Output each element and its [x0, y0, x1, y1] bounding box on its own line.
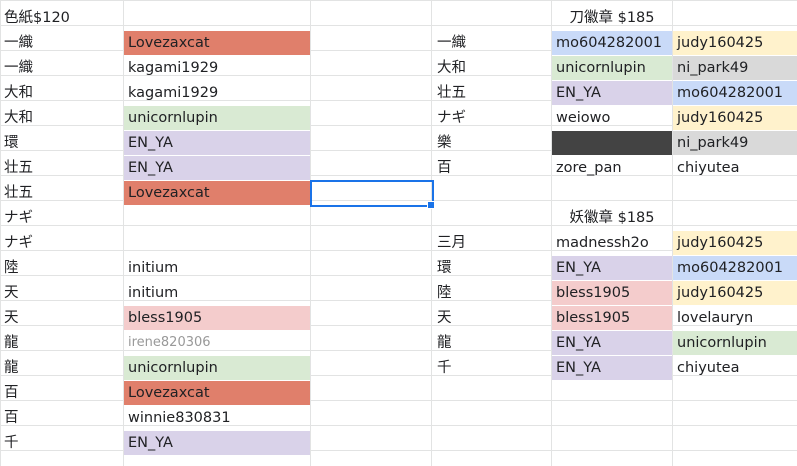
username-cell[interactable]: unicornlupin	[124, 106, 310, 130]
username-cell[interactable]: EN_YA	[552, 256, 672, 280]
username-cell[interactable]: judy160425	[673, 106, 797, 130]
username-cell[interactable]: madnessh2o	[552, 231, 672, 255]
username-cell[interactable]: EN_YA	[552, 356, 672, 380]
username-cell[interactable]: bless1905	[552, 306, 672, 330]
username-cell[interactable]: ni_park49	[673, 56, 797, 80]
member-name-cell[interactable]: 壮五	[433, 81, 551, 105]
demon-badge-title[interactable]: 妖徽章 $185	[552, 206, 672, 230]
username-cell[interactable]: weiowo	[552, 106, 672, 130]
member-name-cell[interactable]: 陸	[433, 281, 551, 305]
username-cell[interactable]: EN_YA	[124, 131, 310, 155]
member-name-cell[interactable]: 龍	[0, 356, 123, 380]
spreadsheet-grid[interactable]: 色紙$120 一織 Lovezaxcat 一織 kagami1929 大和 kagami1…	[0, 0, 797, 466]
username-cell[interactable]: mo604282001	[552, 31, 672, 55]
username-cell[interactable]: Lovezaxcat	[124, 381, 310, 405]
username-cell[interactable]: mo604282001	[673, 81, 797, 105]
member-name-cell[interactable]: 大和	[433, 56, 551, 80]
username-cell[interactable]: zore_pan	[552, 156, 672, 180]
username-cell[interactable]: chiyutea	[673, 356, 797, 380]
username-cell[interactable]: bless1905	[124, 306, 310, 330]
member-name-cell[interactable]: 大和	[0, 81, 123, 105]
username-cell[interactable]: lovelauryn	[673, 306, 797, 330]
username-cell[interactable]: unicornlupin	[552, 56, 672, 80]
member-name-cell[interactable]: 千	[433, 356, 551, 380]
username-cell[interactable]: EN_YA	[552, 331, 672, 355]
username-cell[interactable]: initium	[124, 281, 310, 305]
username-cell[interactable]: Lovezaxcat	[124, 181, 310, 205]
fill-handle[interactable]	[427, 201, 435, 209]
selected-cell[interactable]	[310, 180, 434, 207]
member-name-cell[interactable]: 龍	[0, 331, 123, 355]
member-name-cell[interactable]: 大和	[0, 106, 123, 130]
username-cell[interactable]: winnie830831	[124, 406, 310, 430]
username-cell[interactable]: chiyutea	[673, 156, 797, 180]
member-name-cell[interactable]: 千	[0, 431, 123, 455]
member-name-cell[interactable]: 百	[433, 156, 551, 180]
member-name-cell[interactable]: 壮五	[0, 156, 123, 180]
username-cell[interactable]	[124, 206, 310, 230]
username-cell[interactable]: ni_park49	[673, 131, 797, 155]
member-name-cell[interactable]: 龍	[433, 331, 551, 355]
member-name-cell[interactable]: 環	[433, 256, 551, 280]
member-name-cell[interactable]: ナギ	[0, 231, 123, 255]
member-name-cell[interactable]: 天	[0, 306, 123, 330]
username-cell[interactable]: mo604282001	[673, 256, 797, 280]
username-cell[interactable]: Lovezaxcat	[124, 31, 310, 55]
username-cell[interactable]: EN_YA	[124, 156, 310, 180]
username-cell[interactable]: kagami1929	[124, 81, 310, 105]
column-divider	[431, 0, 432, 466]
username-cell[interactable]: EN_YA	[552, 81, 672, 105]
member-name-cell[interactable]: ナギ	[0, 206, 123, 230]
member-name-cell[interactable]: 一織	[0, 31, 123, 55]
member-name-cell[interactable]: 樂	[433, 131, 551, 155]
username-cell[interactable]: EN_YA	[124, 431, 310, 455]
username-cell[interactable]: unicornlupin	[124, 356, 310, 380]
member-name-cell[interactable]: 陸	[0, 256, 123, 280]
username-cell[interactable]: judy160425	[673, 31, 797, 55]
member-name-cell[interactable]: 三月	[433, 231, 551, 255]
left-section-title[interactable]: 色紙$120	[0, 6, 123, 30]
member-name-cell[interactable]: 壮五	[0, 181, 123, 205]
member-name-cell[interactable]: 天	[433, 306, 551, 330]
username-cell[interactable]: judy160425	[673, 281, 797, 305]
member-name-cell[interactable]: 天	[0, 281, 123, 305]
username-cell[interactable]	[124, 231, 310, 255]
member-name-cell[interactable]: 一織	[0, 56, 123, 80]
member-name-cell[interactable]: 環	[0, 131, 123, 155]
username-cell[interactable]: kagami1929	[124, 56, 310, 80]
column-divider	[310, 0, 311, 466]
username-cell[interactable]: irene820306	[124, 331, 310, 355]
username-cell[interactable]: judy160425	[673, 231, 797, 255]
username-cell[interactable]	[552, 131, 672, 155]
member-name-cell[interactable]: 一織	[433, 31, 551, 55]
sword-badge-title[interactable]: 刀徽章 $185	[552, 6, 672, 30]
username-cell[interactable]: unicornlupin	[673, 331, 797, 355]
username-cell[interactable]: bless1905	[552, 281, 672, 305]
username-cell[interactable]: initium	[124, 256, 310, 280]
member-name-cell[interactable]: ナギ	[433, 106, 551, 130]
member-name-cell[interactable]: 百	[0, 381, 123, 405]
member-name-cell[interactable]: 百	[0, 406, 123, 430]
